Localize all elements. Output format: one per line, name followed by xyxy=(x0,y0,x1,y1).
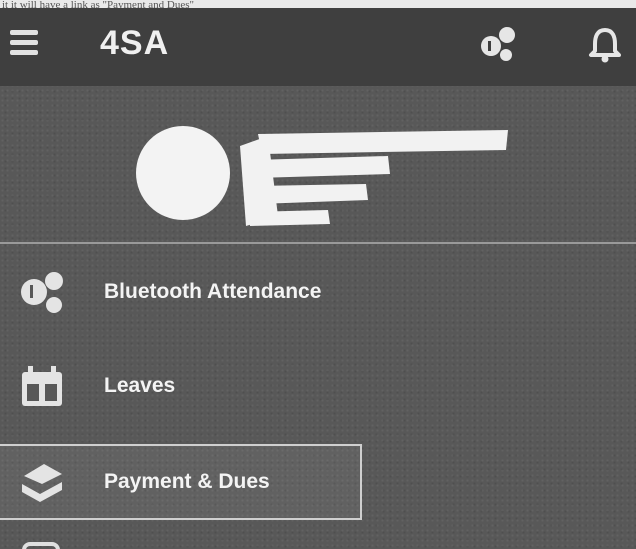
notification-bell-icon[interactable] xyxy=(585,24,625,64)
app-logo: 4SA xyxy=(100,24,170,62)
payment-hand-icon xyxy=(22,464,62,502)
menu-item-label: Payment & Dues xyxy=(104,470,270,493)
redacted-user-name xyxy=(240,130,508,226)
menu-item-label: Bluetooth Attendance xyxy=(104,280,322,303)
hamburger-menu-icon[interactable] xyxy=(10,30,38,58)
partial-menu-icon xyxy=(22,542,60,549)
app-screen: 4SA Bluetooth Attendance Leaves Payment … xyxy=(0,8,636,549)
menu-item-label: Leaves xyxy=(104,374,176,397)
bluetooth-attendance-icon[interactable] xyxy=(478,24,518,64)
app-bar: 4SA xyxy=(0,8,636,86)
calendar-icon xyxy=(22,366,62,406)
menu-item-bluetooth-attendance[interactable]: Bluetooth Attendance xyxy=(0,256,360,328)
avatar[interactable] xyxy=(136,126,230,220)
menu-item-leaves[interactable]: Leaves xyxy=(0,350,360,422)
bluetooth-attendance-icon xyxy=(21,272,63,313)
drawer-divider xyxy=(0,242,636,244)
menu-item-payment-dues[interactable]: Payment & Dues xyxy=(0,444,362,520)
profile-header xyxy=(0,86,636,242)
